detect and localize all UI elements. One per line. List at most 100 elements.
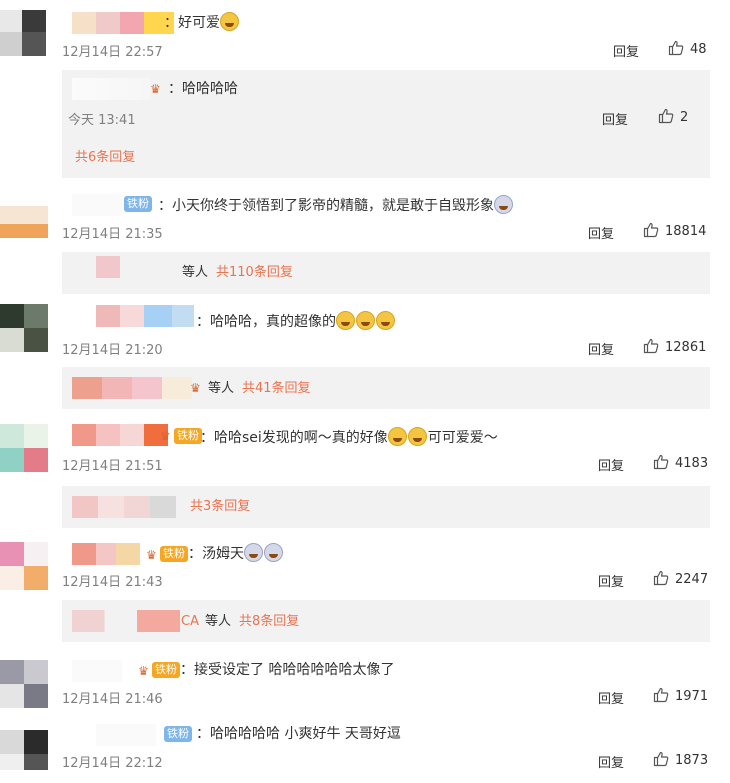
reply-button[interactable]: 回复 bbox=[598, 688, 624, 707]
replier-avatars bbox=[72, 496, 176, 518]
replier-avatars bbox=[72, 377, 192, 399]
comment-time: 12月14日 21:51 bbox=[62, 459, 163, 474]
crown-icon: ♛ bbox=[160, 429, 171, 443]
comment-text: ：好可爱 bbox=[164, 12, 240, 33]
username[interactable] bbox=[72, 543, 140, 565]
like-button[interactable]: 4183 bbox=[653, 454, 708, 471]
comment-time: 12月14日 21:35 bbox=[62, 227, 163, 242]
sub-reply-box: ♛ ：哈哈哈哈 今天 13:41 回复 2 共6条回复 bbox=[62, 70, 710, 178]
like-count: 4183 bbox=[675, 456, 709, 471]
like-count: 48 bbox=[690, 42, 707, 57]
crown-icon: ♛ bbox=[150, 82, 161, 96]
username[interactable] bbox=[72, 424, 168, 446]
thumbs-up-icon bbox=[643, 222, 659, 238]
avatar[interactable] bbox=[0, 660, 48, 708]
sub-reply-button[interactable]: 回复 bbox=[602, 109, 628, 128]
like-count: 18814 bbox=[665, 224, 707, 239]
replies-prefix: 等人 bbox=[182, 265, 209, 280]
like-button[interactable]: 48 bbox=[668, 40, 707, 57]
scared-emoji-icon bbox=[264, 543, 283, 562]
avatar[interactable] bbox=[0, 542, 48, 590]
avatar[interactable] bbox=[0, 10, 46, 56]
replier-avatars bbox=[72, 610, 180, 632]
comment-time: 12月14日 21:20 bbox=[62, 343, 163, 358]
replies-summary[interactable]: 共3条回复 bbox=[62, 486, 710, 528]
replies-prefix: 等人 bbox=[208, 381, 235, 396]
scared-emoji-icon bbox=[244, 543, 263, 562]
like-count: 1873 bbox=[675, 753, 709, 768]
comment-text: ：哈哈哈哈哈 小爽好牛 天哥好逗 bbox=[196, 726, 401, 742]
avatar[interactable] bbox=[0, 304, 48, 352]
fan-badge: 铁粉 bbox=[152, 662, 180, 678]
username[interactable] bbox=[72, 194, 122, 216]
like-button[interactable]: 12861 bbox=[643, 338, 706, 355]
laugh-cry-emoji-icon bbox=[376, 311, 395, 330]
username[interactable] bbox=[96, 724, 156, 746]
username[interactable] bbox=[72, 12, 174, 34]
like-count: 12861 bbox=[665, 340, 707, 355]
comment-time: 12月14日 22:57 bbox=[62, 45, 163, 60]
comment-time: 12月14日 22:12 bbox=[62, 756, 163, 771]
like-button[interactable]: 1873 bbox=[653, 751, 708, 768]
like-button[interactable]: 1971 bbox=[653, 687, 708, 704]
comment-time: 12月14日 21:43 bbox=[62, 575, 163, 590]
thumbs-up-icon bbox=[658, 108, 674, 124]
sub-like-button[interactable]: 2 bbox=[658, 108, 688, 125]
avatar[interactable] bbox=[0, 730, 48, 770]
laugh-cry-emoji-icon bbox=[336, 311, 355, 330]
reply-button[interactable]: 回复 bbox=[588, 223, 614, 242]
crown-icon: ♛ bbox=[146, 548, 157, 562]
thumbs-up-icon bbox=[653, 570, 669, 586]
sub-reply-text: ：哈哈哈哈 bbox=[168, 81, 238, 97]
more-replies-link[interactable]: 共8条回复 bbox=[239, 613, 299, 631]
more-replies-link[interactable]: 共6条回复 bbox=[75, 149, 135, 167]
avatar[interactable] bbox=[0, 206, 48, 254]
laugh-cry-emoji-icon bbox=[220, 12, 239, 31]
username[interactable] bbox=[96, 305, 194, 327]
replier-avatars bbox=[96, 256, 120, 278]
comment-text: ：哈哈哈，真的超像的 bbox=[196, 311, 396, 332]
like-count: 1971 bbox=[675, 689, 709, 704]
like-button[interactable]: 18814 bbox=[643, 222, 706, 239]
fan-badge: 铁粉 bbox=[124, 196, 152, 212]
more-replies-link[interactable]: 共110条回复 bbox=[216, 264, 293, 282]
comment-time: 12月14日 21:46 bbox=[62, 692, 163, 707]
avatar[interactable] bbox=[0, 424, 48, 472]
laugh-cry-emoji-icon bbox=[387, 427, 407, 446]
sub-reply-username[interactable] bbox=[72, 78, 150, 100]
scared-emoji-icon bbox=[494, 195, 513, 214]
username[interactable] bbox=[72, 660, 122, 682]
thumbs-up-icon bbox=[653, 687, 669, 703]
crown-icon: ♛ bbox=[138, 664, 149, 678]
reply-button[interactable]: 回复 bbox=[598, 571, 624, 590]
more-replies-link[interactable]: 共3条回复 bbox=[190, 498, 250, 516]
replies-prefix: 等人 bbox=[205, 614, 232, 629]
laugh-cry-emoji-icon bbox=[407, 427, 427, 446]
thumbs-up-icon bbox=[643, 338, 659, 354]
like-button[interactable]: 2247 bbox=[653, 570, 708, 587]
comment-text: ：小天你终于领悟到了影帝的精髓，就是敢于自毁形象 bbox=[158, 195, 514, 216]
thumbs-up-icon bbox=[653, 454, 669, 470]
fan-badge: 铁粉 bbox=[174, 428, 202, 444]
fan-badge: 铁粉 bbox=[160, 546, 188, 562]
more-replies-link[interactable]: 共41条回复 bbox=[242, 380, 311, 398]
thumbs-up-icon bbox=[668, 40, 684, 56]
thumbs-up-icon bbox=[653, 751, 669, 767]
replies-summary[interactable]: ♛ 等人 共41条回复 bbox=[62, 367, 710, 409]
like-count: 2247 bbox=[675, 572, 709, 587]
laugh-cry-emoji-icon bbox=[356, 311, 375, 330]
reply-button[interactable]: 回复 bbox=[613, 41, 639, 60]
reply-button[interactable]: 回复 bbox=[588, 339, 614, 358]
like-count: 2 bbox=[680, 110, 689, 125]
comment-text: ：哈哈sei发现的啊～真的好像 可可爱爱～ bbox=[200, 427, 498, 448]
replies-summary[interactable]: 等人 共110条回复 bbox=[62, 252, 710, 294]
reply-button[interactable]: 回复 bbox=[598, 455, 624, 474]
sub-reply-time: 今天 13:41 bbox=[68, 113, 136, 128]
comment-text: ：接受设定了 哈哈哈哈哈哈太像了 bbox=[180, 662, 395, 678]
replies-summary[interactable]: CA 等人 共8条回复 bbox=[62, 600, 710, 642]
crown-icon: ♛ bbox=[190, 381, 201, 395]
fan-badge: 铁粉 bbox=[164, 726, 192, 742]
comment-text: ：汤姆天 bbox=[188, 543, 284, 564]
replier-name[interactable]: CA bbox=[181, 613, 199, 631]
reply-button[interactable]: 回复 bbox=[598, 752, 624, 771]
